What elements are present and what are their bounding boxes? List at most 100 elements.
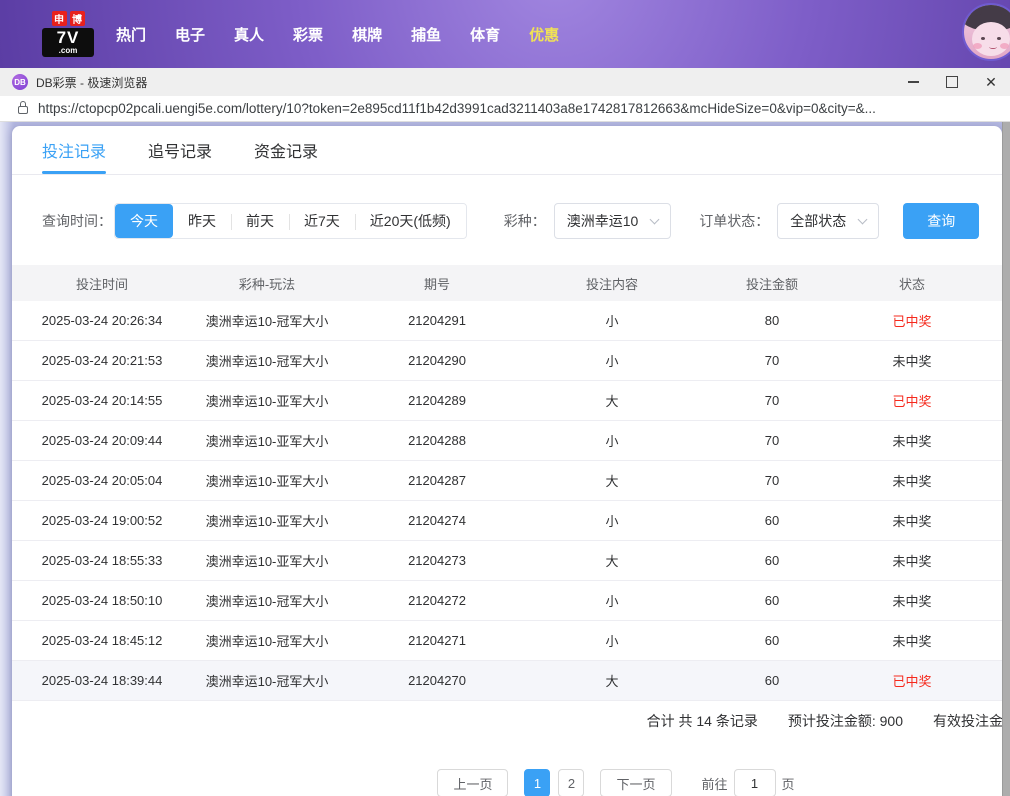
cell-game: 澳洲幸运10-冠军大小: [205, 314, 329, 329]
browser-titlebar: DB DB彩票 - 极速浏览器 ✕: [0, 68, 1010, 96]
logo-badge-right: 博: [69, 11, 85, 26]
cell-issue: 21204273: [408, 553, 466, 568]
nav-menu: 热门 电子 真人 彩票 棋牌 捕鱼 体育 优惠: [116, 24, 559, 45]
cell-status: 未中奖: [892, 514, 932, 529]
cell-status: 未中奖: [892, 594, 932, 609]
browser-favicon-icon: DB: [12, 74, 28, 90]
cell-issue: 21204272: [408, 593, 466, 608]
goto-page-unit: 页: [781, 776, 795, 792]
avatar-face: [972, 22, 1010, 56]
nav-menu-item[interactable]: 热门: [116, 24, 146, 45]
header-bet-time: 投注时间: [75, 276, 128, 292]
cell-content: 大: [605, 674, 619, 689]
minimize-icon[interactable]: [906, 75, 920, 89]
cell-status: 未中奖: [892, 354, 932, 369]
table-row[interactable]: 2025-03-24 18:45:12 澳洲幸运10-冠军大小 21204271…: [12, 621, 1002, 661]
cell-issue: 21204290: [408, 353, 466, 368]
time-filter-group: 今天 昨天 前天 近7天 近20天(低频): [114, 203, 467, 239]
time-filter-label: 查询时间：: [42, 213, 112, 229]
lottery-select-label: 彩种：: [503, 213, 546, 229]
header-status: 状态: [898, 276, 925, 292]
cell-bet-time: 2025-03-24 18:45:12: [41, 633, 163, 648]
cell-issue: 21204274: [408, 513, 466, 528]
nav-menu-item[interactable]: 体育: [470, 24, 500, 45]
url-text[interactable]: https://ctopcp02pcali.uengi5e.com/lotter…: [38, 101, 876, 116]
table-row[interactable]: 2025-03-24 20:14:55 澳洲幸运10-亚军大小 21204289…: [12, 381, 1002, 421]
cell-issue: 21204287: [408, 473, 466, 488]
nav-menu-item[interactable]: 真人: [234, 24, 264, 45]
cell-amount: 60: [764, 633, 780, 648]
cell-status: 已中奖: [892, 674, 932, 689]
table-row[interactable]: 2025-03-24 20:05:04 澳洲幸运10-亚军大小 21204287…: [12, 461, 1002, 501]
goto-page-input[interactable]: [733, 769, 776, 796]
filter-bar: 查询时间： 今天 昨天 前天 近7天 近20天(低频) 彩种： 澳洲幸运10 订…: [12, 203, 1002, 239]
cell-issue: 21204289: [408, 393, 466, 408]
page-number-button[interactable]: 2: [558, 769, 585, 796]
header-amount: 投注金额: [745, 276, 798, 292]
cell-content: 小: [605, 434, 619, 449]
cell-bet-time: 2025-03-24 20:14:55: [41, 393, 163, 408]
nav-menu-item[interactable]: 电子: [175, 24, 205, 45]
logo-badges: 申 博: [42, 11, 94, 26]
cell-amount: 60: [764, 513, 780, 528]
cell-content: 大: [605, 394, 619, 409]
cell-game: 澳洲幸运10-冠军大小: [205, 594, 329, 609]
logo-suffix-text: .com: [58, 46, 78, 55]
table-row[interactable]: 2025-03-24 20:26:34 澳洲幸运10-冠军大小 21204291…: [12, 301, 1002, 341]
cell-bet-time: 2025-03-24 20:26:34: [41, 313, 163, 328]
order-status-select[interactable]: 全部状态: [777, 203, 880, 239]
vertical-scrollbar[interactable]: [1002, 122, 1010, 796]
record-tab[interactable]: 资金记录: [254, 126, 318, 174]
logo-black-block: 7V .com: [42, 28, 94, 57]
site-logo[interactable]: 申 博 7V .com: [42, 11, 94, 57]
cell-content: 大: [605, 474, 619, 489]
cell-amount: 70: [764, 433, 780, 448]
cell-amount: 70: [764, 353, 780, 368]
time-filter-option[interactable]: 前天: [231, 204, 289, 238]
lock-icon: [18, 100, 28, 114]
next-page-button[interactable]: 下一页: [600, 769, 672, 796]
time-filter-option[interactable]: 近20天(低频): [354, 204, 466, 238]
cell-game: 澳洲幸运10-亚军大小: [205, 554, 329, 569]
cell-status: 未中奖: [892, 434, 932, 449]
cell-bet-time: 2025-03-24 20:05:04: [41, 473, 163, 488]
record-tab[interactable]: 追号记录: [148, 126, 212, 174]
nav-menu-item[interactable]: 优惠: [529, 24, 559, 45]
record-tab[interactable]: 投注记录: [42, 126, 107, 174]
time-filter-option[interactable]: 今天: [115, 204, 173, 238]
time-filter-option[interactable]: 昨天: [173, 204, 231, 238]
avatar-blush: [973, 43, 982, 49]
nav-menu-item[interactable]: 彩票: [293, 24, 323, 45]
bet-records-table: 投注时间 彩种-玩法 期号 投注内容 投注金额 状态 2025-03-24 20…: [12, 265, 1002, 701]
nav-menu-item[interactable]: 捕鱼: [411, 24, 441, 45]
user-avatar[interactable]: [962, 3, 1010, 61]
window-title: DB彩票 - 极速浏览器: [36, 75, 148, 90]
page-content: 投注记录 追号记录 资金记录 查询时间： 今天 昨天 前天 近7天 近20天(低…: [0, 122, 1010, 796]
table-row[interactable]: 2025-03-24 18:39:44 澳洲幸运10-冠军大小 21204270…: [12, 661, 1002, 701]
avatar-eye: [981, 37, 985, 40]
page-number-button[interactable]: 1: [524, 769, 551, 796]
nav-menu-item[interactable]: 棋牌: [352, 24, 382, 45]
search-button[interactable]: 查询: [903, 203, 980, 239]
header-content: 投注内容: [585, 276, 638, 292]
lottery-select[interactable]: 澳洲幸运10: [553, 203, 672, 239]
table-row[interactable]: 2025-03-24 18:55:33 澳洲幸运10-亚军大小 21204273…: [12, 541, 1002, 581]
close-icon[interactable]: ✕: [984, 75, 998, 89]
maximize-icon[interactable]: [945, 75, 959, 89]
table-row[interactable]: 2025-03-24 20:09:44 澳洲幸运10-亚军大小 21204288…: [12, 421, 1002, 461]
browser-urlbar[interactable]: https://ctopcp02pcali.uengi5e.com/lotter…: [0, 96, 1010, 122]
table-row[interactable]: 2025-03-24 20:21:53 澳洲幸运10-冠军大小 21204290…: [12, 341, 1002, 381]
goto-page-label: 前往: [701, 776, 728, 792]
table-row[interactable]: 2025-03-24 18:50:10 澳洲幸运10-冠军大小 21204272…: [12, 581, 1002, 621]
prev-page-button[interactable]: 上一页: [437, 769, 509, 796]
cell-amount: 60: [764, 553, 780, 568]
time-filter-option[interactable]: 近7天: [289, 204, 355, 238]
summary-total-count: 合计 共 14 条记录: [646, 713, 758, 729]
cell-amount: 60: [764, 673, 780, 688]
cell-status: 已中奖: [892, 314, 932, 329]
cell-amount: 80: [764, 313, 780, 328]
page-number-list: 1 2: [524, 769, 585, 796]
record-tabs: 投注记录 追号记录 资金记录: [12, 126, 1002, 175]
table-row[interactable]: 2025-03-24 19:00:52 澳洲幸运10-亚军大小 21204274…: [12, 501, 1002, 541]
cell-status: 未中奖: [892, 634, 932, 649]
